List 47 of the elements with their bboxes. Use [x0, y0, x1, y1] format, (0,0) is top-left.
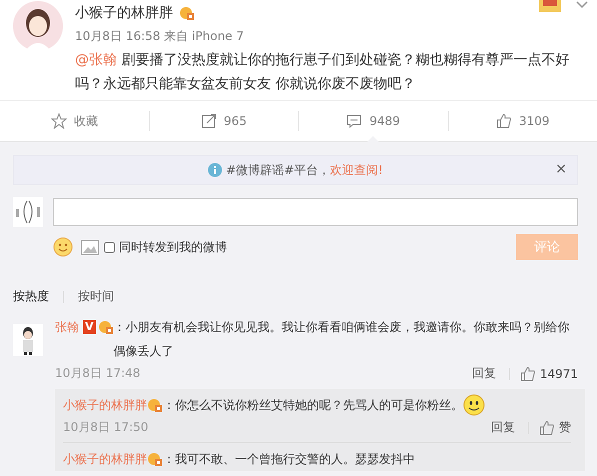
post-text: @张翰 剧要播了没热度就让你的拖行崽子们到处碰瓷？糊也糊得有尊严一点不好吗？永远都只能靠女盆友前女友 你就说你废不废物吧？ — [75, 51, 570, 94]
comment-field[interactable] — [53, 198, 578, 226]
emoji-icon[interactable] — [53, 237, 73, 257]
image-icon[interactable] — [81, 240, 99, 254]
chevron-icon — [575, 0, 589, 10]
like-link[interactable]: 赞 — [559, 419, 571, 436]
vip-badge-icon — [179, 5, 195, 21]
vip-badge-icon — [147, 451, 163, 467]
sort-tab[interactable]: 按时间 — [78, 288, 114, 305]
repost-checkbox[interactable] — [104, 242, 115, 252]
action-button[interactable]: 9489 — [299, 101, 448, 141]
like-icon[interactable] — [539, 420, 555, 436]
comment-time: 10月8日 17:48 — [55, 365, 140, 382]
reply-link[interactable]: 回复 — [472, 365, 496, 382]
reply-text: ：我可不敢、一个曾拖行交警的人。瑟瑟发抖中 — [163, 451, 415, 468]
like-icon[interactable] — [520, 366, 536, 382]
close-button[interactable]: × — [555, 161, 567, 177]
action-button[interactable]: 3109 — [448, 101, 597, 141]
like-icon — [496, 113, 512, 129]
badge-drawing — [539, 0, 561, 12]
mention-link[interactable]: @张翰 — [75, 52, 117, 68]
action-button[interactable]: 965 — [150, 101, 298, 141]
reply-link[interactable]: 回复 — [491, 419, 515, 436]
commenter-name[interactable]: 小猴子的林胖胖 — [63, 447, 147, 471]
share-icon — [200, 113, 217, 129]
like-count: 14971 — [540, 366, 578, 380]
notice-link[interactable]: 欢迎查阅! — [330, 162, 383, 178]
verified-badge: V — [83, 320, 96, 334]
vip-badge-icon — [98, 319, 114, 335]
star-icon — [50, 113, 67, 129]
sort-tab[interactable]: 按热度 — [13, 288, 49, 305]
action-button[interactable]: 收藏 — [0, 101, 148, 141]
comment-text: ：小朋友有机会我让你见见我。我让你看看咱俩谁会废，我邀请你。你敢来吗？别给你偶像丢人了 — [114, 319, 571, 360]
reply-time: 10月8日 17:50 — [63, 419, 148, 436]
info-icon — [208, 163, 222, 177]
post-time: 10月8日 16:58 来自 iPhone 7 — [75, 28, 245, 45]
author-name[interactable]: 小猴子的林胖胖 — [75, 4, 173, 22]
reply-text: ：你怎么不说你粉丝艾特她的呢？先骂人的可是你粉丝。 — [163, 397, 463, 414]
checkbox-label: 同时转发到我的微博 — [119, 238, 227, 256]
vip-badge-icon — [147, 397, 163, 413]
commenter-name[interactable]: 张翰 — [55, 315, 79, 339]
commenter-avatar-drawing — [13, 324, 43, 356]
commenter-name[interactable]: 小猴子的林胖胖 — [63, 393, 147, 417]
user-avatar-drawing — [13, 197, 43, 227]
avatar-drawing — [13, 1, 63, 51]
notice-text: #微博辟谣#平台， — [226, 162, 330, 178]
comment-icon — [346, 113, 362, 129]
